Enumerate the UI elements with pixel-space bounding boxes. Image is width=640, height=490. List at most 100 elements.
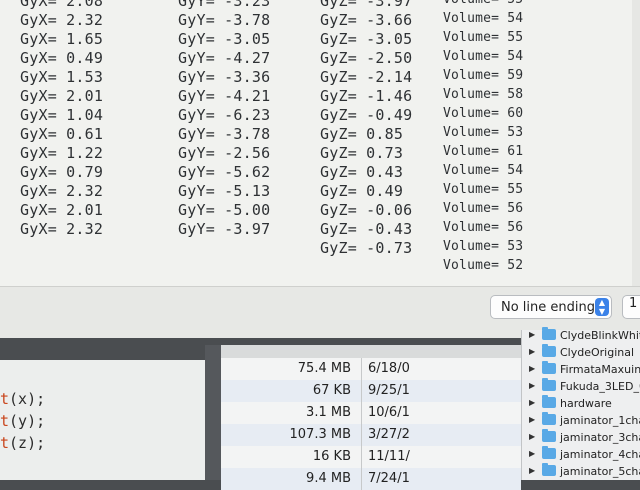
serial-line: GyX= 1.65 GyY= -3.05 GyZ= -3.05 Volume= 55 <box>0 30 640 49</box>
serial-line: GyX= 0.79 GyY= -5.62 GyZ= 0.43 Volume= 54 <box>0 163 640 182</box>
file-row[interactable]: 107.3 MB 3/27/2 <box>221 424 521 446</box>
serial-gy-value: GyY= -2.56 <box>178 144 271 162</box>
serial-gx-value: GyX= 0.79 <box>20 163 104 181</box>
serial-vol-value: Volume= 58 <box>443 87 524 102</box>
file-row[interactable]: 67 KB 9/25/1 <box>221 380 521 402</box>
serial-scrollbar[interactable] <box>632 0 640 290</box>
serial-line: GyX= 1.04 GyY= -6.23 GyZ= -0.49 Volume= 60 <box>0 106 640 125</box>
file-list: 75.4 MB 6/18/0 67 KB 9/25/1 3.1 MB 10/6/1 107.… <box>221 345 521 490</box>
code-line: t(x); <box>0 390 45 408</box>
disclosure-triangle-icon[interactable]: ▶ <box>529 364 535 373</box>
line-ending-select[interactable]: No line ending ▲ ▼ <box>490 295 612 319</box>
serial-gx-value: GyX= 0.49 <box>20 49 104 67</box>
column-separator <box>361 446 362 468</box>
folder-icon <box>542 446 556 459</box>
folder-item[interactable]: ▶ jaminator_5channe <box>522 462 640 482</box>
serial-gz-value: GyZ= -3.05 <box>320 30 413 48</box>
folder-icon <box>542 378 556 391</box>
folder-name: jaminator_1channe <box>560 414 640 427</box>
disclosure-triangle-icon[interactable]: ▶ <box>529 347 535 356</box>
serial-gz-value: GyZ= -0.73 <box>320 239 413 257</box>
file-date: 9/25/1 <box>368 383 410 398</box>
folder-name: hardware <box>560 397 612 410</box>
serial-gz-value: GyZ= -2.50 <box>320 49 413 67</box>
serial-gx-value: GyX= 1.65 <box>20 30 104 48</box>
serial-line: GyX= 2.32 GyY= -5.13 GyZ= 0.49 Volume= 55 <box>0 182 640 201</box>
serial-gx-value: GyX= 0.61 <box>20 125 104 143</box>
code-editor[interactable]: t(x); t(y); t(z); <box>0 360 205 480</box>
folder-icon <box>542 327 556 340</box>
serial-gy-value: GyY= -6.23 <box>178 106 271 124</box>
serial-line: GyX= 2.08 GyY= -3.23 GyZ= -3.97 Volume= 55 <box>0 0 640 11</box>
serial-vol-value: Volume= 52 <box>443 258 524 273</box>
serial-vol-value: Volume= 55 <box>443 0 523 7</box>
code-arguments: (z); <box>9 434 46 452</box>
code-line: t(y); <box>0 412 45 430</box>
serial-vol-value: Volume= 59 <box>443 68 524 83</box>
serial-line: GyX= 0.49 GyY= -4.27 GyZ= -2.50 Volume= 54 <box>0 49 640 68</box>
serial-vol-value: Volume= 53 <box>443 125 524 140</box>
serial-line: GyX= 1.22 GyY= -2.56 GyZ= 0.73 Volume= 61 <box>0 144 640 163</box>
disclosure-triangle-icon[interactable]: ▶ <box>529 432 535 441</box>
serial-vol-value: Volume= 55 <box>443 30 524 45</box>
column-separator <box>361 402 362 424</box>
serial-gz-value: GyZ= 0.85 <box>320 125 404 143</box>
serial-gx-value: GyX= 1.04 <box>20 106 104 124</box>
folder-icon <box>542 361 556 374</box>
file-size: 67 KB <box>312 383 351 398</box>
serial-vol-value: Volume= 56 <box>443 201 524 216</box>
disclosure-triangle-icon[interactable]: ▶ <box>529 381 535 390</box>
serial-gy-value: GyY= -5.00 <box>178 201 271 219</box>
serial-vol-value: Volume= 60 <box>443 106 524 121</box>
serial-gy-value: GyY= -3.23 <box>178 0 271 10</box>
file-row[interactable]: 9.4 MB 7/24/1 <box>221 468 521 490</box>
column-separator <box>361 468 362 490</box>
serial-gx-value: GyX= 1.53 <box>20 68 104 86</box>
serial-gz-value: GyZ= -2.14 <box>320 68 413 86</box>
window-divider <box>205 345 221 480</box>
serial-gy-value: GyY= -5.62 <box>178 163 271 181</box>
baud-rate-select[interactable]: 1 <box>622 295 640 319</box>
folder-name: FirmataMaxuino <box>560 363 640 376</box>
code-line: t(z); <box>0 434 45 452</box>
file-row[interactable]: 3.1 MB 10/6/1 <box>221 402 521 424</box>
disclosure-triangle-icon[interactable]: ▶ <box>529 330 535 339</box>
folder-icon <box>542 344 556 357</box>
disclosure-triangle-icon[interactable]: ▶ <box>529 398 535 407</box>
file-list-header <box>221 345 521 358</box>
serial-line: GyX= 2.32 GyY= -3.78 GyZ= -3.66 Volume= 54 <box>0 11 640 30</box>
code-function-name: t <box>0 412 10 430</box>
file-date: 11/11/ <box>368 449 410 464</box>
file-date: 6/18/0 <box>368 361 410 376</box>
serial-gz-value: GyZ= -0.06 <box>320 201 413 219</box>
file-date: 7/24/1 <box>368 471 410 486</box>
file-size: 75.4 MB <box>297 361 351 376</box>
folder-name: Fukuda_3LED_01 <box>560 380 640 393</box>
disclosure-triangle-icon[interactable]: ▶ <box>529 449 535 458</box>
serial-gz-value: GyZ= 0.43 <box>320 163 404 181</box>
serial-gy-value: GyY= -3.36 <box>178 68 271 86</box>
serial-gz-value: GyZ= 0.49 <box>320 182 404 200</box>
updown-arrows-icon: ▲ ▼ <box>595 298 609 316</box>
line-ending-label: No line ending <box>501 300 595 315</box>
serial-gz-value: GyZ= 0.73 <box>320 144 404 162</box>
serial-gx-value: GyX= 2.01 <box>20 87 104 105</box>
serial-gz-value: GyZ= -3.97 <box>320 0 413 10</box>
code-function-name: t <box>0 434 10 452</box>
file-row[interactable]: 75.4 MB 6/18/0 <box>221 358 521 380</box>
serial-gy-value: GyY= -5.13 <box>178 182 271 200</box>
serial-line: Volume= 52 <box>0 258 640 277</box>
disclosure-triangle-icon[interactable]: ▶ <box>529 466 535 475</box>
folder-column: ▶ ClydeBlinkWhite ▶ ClydeOriginal ▶ FirmataMa… <box>521 327 640 482</box>
folder-icon <box>542 463 556 476</box>
serial-gz-value: GyZ= -0.43 <box>320 220 413 238</box>
file-size: 16 KB <box>312 449 351 464</box>
disclosure-triangle-icon[interactable]: ▶ <box>529 415 535 424</box>
serial-line: GyZ= -0.73 Volume= 53 <box>0 239 640 258</box>
file-size: 3.1 MB <box>306 405 351 420</box>
serial-vol-value: Volume= 61 <box>443 144 524 159</box>
serial-vol-value: Volume= 54 <box>443 11 524 26</box>
serial-vol-value: Volume= 53 <box>443 239 524 254</box>
serial-vol-value: Volume= 54 <box>443 49 524 64</box>
file-row[interactable]: 16 KB 11/11/ <box>221 446 521 468</box>
